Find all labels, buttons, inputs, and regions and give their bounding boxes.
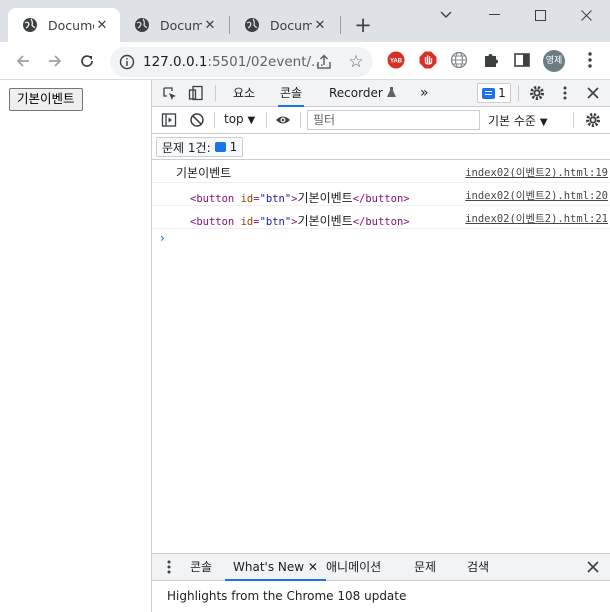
globe-icon [245, 18, 259, 32]
tab-title: Docume [160, 17, 202, 33]
inspect-element-icon[interactable] [162, 86, 178, 102]
issues-bar: 문제 1건: 1 [152, 134, 610, 160]
reload-icon [81, 55, 93, 67]
console-element-node[interactable]: <button id="btn">기본이벤트</button> [190, 212, 410, 229]
browser-tab-3[interactable]: Docume ✕ [230, 8, 338, 42]
globe-icon [23, 18, 37, 32]
devtools-drawer: 콘솔 What's New ✕ 애니메이션 문제 검색 Highlights f… [152, 553, 610, 612]
toolbar-divider [215, 85, 216, 101]
info-icon[interactable] [119, 54, 135, 70]
close-tab-icon[interactable]: ✕ [308, 560, 318, 574]
devtools-tab-bar: 요소 콘솔 Recorder » 1 [152, 80, 610, 107]
more-tabs-button[interactable]: » [418, 80, 431, 107]
adblock-extension-icon[interactable] [419, 51, 437, 69]
console-settings-gear-icon[interactable] [585, 112, 601, 128]
tab-title: Docume [48, 17, 94, 33]
console-output: 기본이벤트 index02(이벤트2).html:19 <button id="… [152, 160, 610, 229]
log-level-selector[interactable]: 기본 수준 ▼ [488, 112, 548, 129]
tab-recorder-label: Recorder [329, 86, 383, 100]
settings-gear-icon[interactable] [529, 85, 545, 101]
drawer-tab-bar: 콘솔 What's New ✕ 애니메이션 문제 검색 [152, 554, 610, 581]
toolbar-divider [518, 85, 519, 101]
close-window-button[interactable] [572, 4, 600, 26]
issue-message-icon [482, 87, 496, 99]
console-filter-input[interactable]: 필터 [307, 110, 480, 130]
close-tab-icon[interactable]: ✕ [312, 17, 328, 33]
browser-menu-icon[interactable] [583, 51, 597, 69]
browser-toolbar: 127.0.0.1:5501/02event/... ☆ YAB 영제 [0, 42, 610, 80]
back-arrow-icon [16, 55, 29, 67]
console-message: 기본이벤트 index02(이벤트2).html:19 [152, 160, 610, 183]
globe-extension-icon[interactable] [450, 51, 468, 69]
minimize-button[interactable] [480, 4, 508, 26]
tab-recorder[interactable]: Recorder [327, 80, 398, 107]
forward-button[interactable] [44, 50, 66, 72]
console-message: <button id="btn">기본이벤트</button> index02(… [152, 206, 610, 229]
close-tab-icon[interactable]: ✕ [94, 17, 110, 33]
clear-console-icon[interactable] [189, 112, 205, 128]
drawer-tab-search[interactable]: 검색 [467, 554, 489, 581]
toolbar-divider [214, 112, 215, 128]
reload-button[interactable] [76, 50, 98, 72]
forward-arrow-icon [49, 55, 62, 67]
page-viewport: 기본이벤트 [0, 80, 151, 612]
drawer-tab-issues[interactable]: 문제 [414, 554, 436, 581]
puzzle-extensions-icon[interactable] [482, 51, 500, 69]
tab-search-icon[interactable] [432, 4, 460, 26]
default-event-button[interactable]: 기본이벤트 [9, 88, 83, 111]
issues-link[interactable]: 문제 1건: 1 [156, 137, 244, 157]
back-button[interactable] [12, 50, 34, 72]
console-source-link[interactable]: index02(이벤트2).html:21 [465, 211, 608, 226]
tab-strip: Docume ✕ Docume ✕ Docume ✕ + [0, 0, 610, 42]
console-source-link[interactable]: index02(이벤트2).html:20 [465, 188, 608, 203]
issues-counter[interactable]: 1 [477, 83, 511, 103]
svg-text:YAB: YAB [390, 59, 403, 65]
whats-new-highlights: Highlights from the Chrome 108 update [167, 589, 407, 603]
console-message: <button id="btn">기본이벤트</button> index02(… [152, 183, 610, 206]
tab-title: Docume [270, 17, 312, 33]
new-tab-button[interactable]: + [351, 14, 375, 38]
yab-extension-icon[interactable]: YAB [387, 51, 405, 69]
sidebar-toggle-icon[interactable] [161, 112, 177, 128]
dropdown-arrow-icon: ▼ [247, 115, 256, 126]
devtools-menu-icon[interactable] [557, 85, 573, 101]
console-message-text: 기본이벤트 [176, 166, 232, 180]
device-toolbar-icon[interactable] [188, 85, 204, 101]
toolbar-divider [573, 112, 574, 128]
globe-icon [135, 18, 149, 32]
tab-elements[interactable]: 요소 [231, 80, 257, 107]
live-expression-eye-icon[interactable] [275, 112, 291, 128]
toolbar-divider [266, 112, 267, 128]
url-text: 127.0.0.1:5501/02event/... [143, 54, 324, 70]
toolbar-divider [300, 112, 301, 128]
dropdown-arrow-icon: ▼ [539, 117, 548, 128]
close-drawer-icon[interactable] [585, 559, 601, 575]
tab-divider [340, 16, 341, 34]
drawer-menu-icon[interactable] [161, 559, 177, 575]
context-selector[interactable]: top ▼ [224, 112, 255, 126]
console-prompt[interactable]: › [160, 231, 165, 245]
flask-icon [386, 87, 396, 97]
close-tab-icon[interactable]: ✕ [202, 17, 218, 33]
drawer-tab-animations[interactable]: 애니메이션 [326, 554, 381, 581]
drawer-tab-console[interactable]: 콘솔 [190, 554, 212, 581]
console-element-node[interactable]: <button id="btn">기본이벤트</button> [190, 189, 410, 206]
bookmark-star-icon[interactable]: ☆ [346, 52, 366, 72]
profile-avatar[interactable]: 영제 [543, 50, 565, 72]
side-panel-icon[interactable] [513, 51, 531, 69]
address-bar[interactable]: 127.0.0.1:5501/02event/... ☆ [110, 47, 373, 77]
close-devtools-icon[interactable] [585, 85, 601, 101]
tab-console[interactable]: 콘솔 [278, 80, 305, 107]
drawer-tab-whats-new[interactable]: What's New ✕ [225, 554, 326, 581]
share-icon[interactable] [315, 53, 333, 71]
console-toolbar: top ▼ 필터 기본 수준 ▼ [152, 107, 610, 134]
browser-tab-1[interactable]: Docume ✕ [8, 8, 120, 42]
console-source-link[interactable]: index02(이벤트2).html:19 [465, 165, 608, 180]
issue-message-icon [214, 142, 226, 152]
devtools-panel: 요소 콘솔 Recorder » 1 top ▼ 필터 기본 수준 ▼ 문제 1… [152, 80, 610, 612]
browser-tab-2[interactable]: Docume ✕ [120, 8, 228, 42]
maximize-button[interactable] [526, 4, 554, 26]
